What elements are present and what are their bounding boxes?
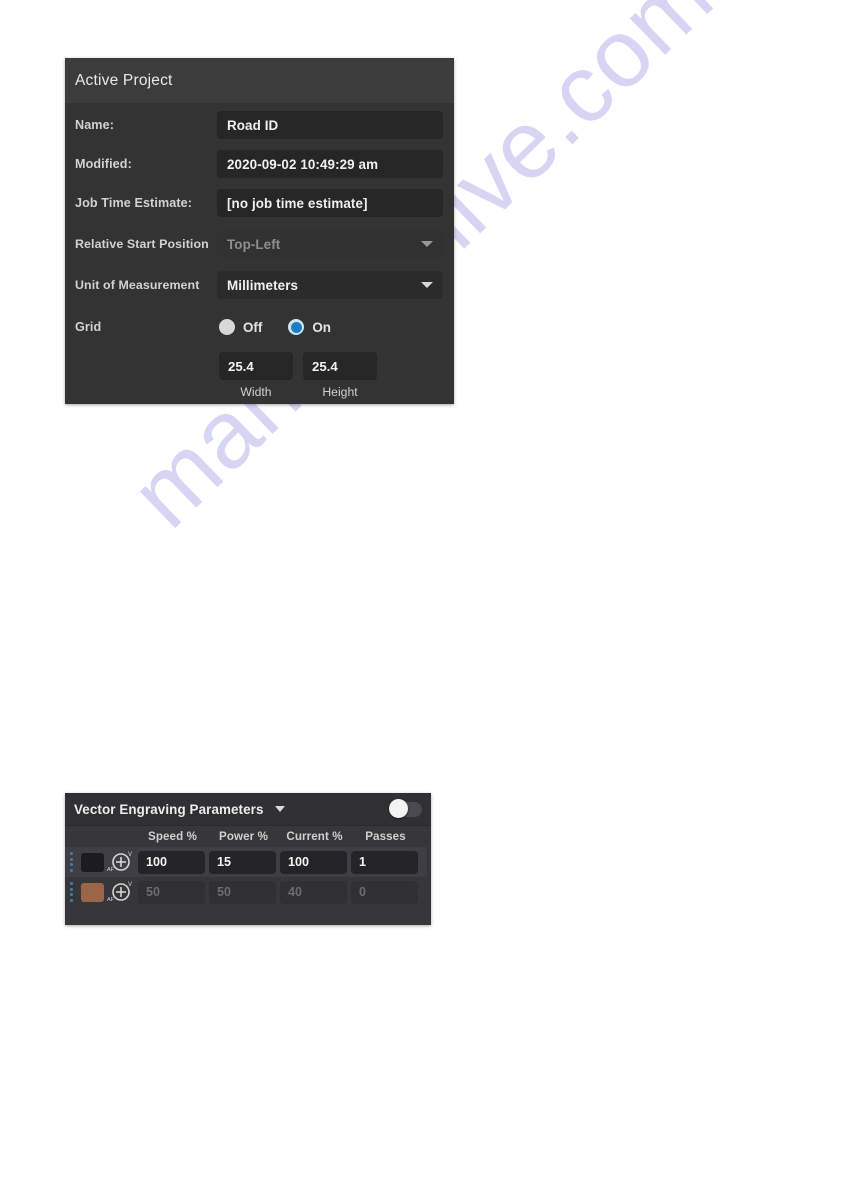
- toggle-knob-icon: [389, 799, 408, 818]
- chevron-down-icon: [421, 241, 433, 247]
- vector-enable-toggle[interactable]: [389, 799, 422, 818]
- autofocus-target-icon[interactable]: V AF: [104, 880, 138, 904]
- row-unit: Unit of Measurement Millimeters: [75, 267, 444, 303]
- vector-engraving-parameters-panel: Vector Engraving Parameters Speed % Powe…: [65, 793, 431, 925]
- drag-handle-icon[interactable]: [65, 852, 76, 872]
- table-row[interactable]: V AF 100 15 100 1: [65, 847, 427, 877]
- grid-height-caption: Height: [322, 385, 358, 399]
- grid-height-input[interactable]: 25.4: [303, 352, 377, 380]
- active-project-panel: Active Project Name: Road ID Modified: 2…: [65, 58, 454, 404]
- speed-input[interactable]: 100: [138, 850, 205, 874]
- column-header-current: Current %: [286, 830, 343, 843]
- active-project-body: Name: Road ID Modified: 2020-09-02 10:49…: [65, 109, 454, 399]
- row-grid: Grid Off On: [75, 311, 444, 343]
- chevron-down-icon: [421, 282, 433, 288]
- grid-radio-on[interactable]: On: [288, 319, 331, 335]
- grid-width-cell: 25.4 Width: [219, 352, 293, 399]
- current-input[interactable]: 40: [280, 880, 347, 904]
- grid-off-label: Off: [243, 319, 263, 335]
- passes-input[interactable]: 1: [351, 850, 418, 874]
- relative-start-label: Relative Start Position: [75, 237, 209, 251]
- modified-field[interactable]: 2020-09-02 10:49:29 am: [217, 150, 443, 178]
- column-header-speed: Speed %: [147, 830, 198, 843]
- table-header-row: Speed % Power % Current % Passes: [65, 826, 427, 847]
- row-name: Name: Road ID: [75, 109, 444, 141]
- svg-text:AF: AF: [107, 867, 115, 873]
- column-header-passes: Passes: [365, 830, 406, 843]
- job-time-label: Job Time Estimate:: [75, 196, 193, 210]
- grid-on-label: On: [312, 319, 331, 335]
- vector-panel-titlebar: Vector Engraving Parameters: [65, 793, 431, 826]
- table-row[interactable]: V AF 50 50 40 0: [65, 877, 427, 907]
- grid-size-inputs: 25.4 Width 25.4 Height: [217, 352, 377, 399]
- current-input[interactable]: 100: [280, 850, 347, 874]
- column-header-power: Power %: [218, 830, 269, 843]
- radio-circle-selected-icon: [288, 319, 305, 335]
- name-label: Name:: [75, 118, 114, 132]
- svg-text:V: V: [128, 852, 132, 858]
- modified-label: Modified:: [75, 157, 132, 171]
- relative-start-select[interactable]: Top-Left: [217, 230, 443, 258]
- active-project-titlebar: Active Project: [65, 58, 454, 103]
- grid-radio-off[interactable]: Off: [219, 319, 262, 335]
- color-swatch[interactable]: [81, 852, 104, 872]
- drag-handle-icon[interactable]: [65, 882, 76, 902]
- svg-text:V: V: [128, 882, 132, 888]
- relative-start-value: Top-Left: [227, 236, 281, 252]
- row-job-time: Job Time Estimate: [no job time estimate…: [75, 187, 444, 219]
- row-modified: Modified: 2020-09-02 10:49:29 am: [75, 148, 444, 180]
- grid-width-caption: Width: [240, 385, 272, 399]
- row-grid-size: 25.4 Width 25.4 Height: [75, 352, 444, 399]
- unit-value: Millimeters: [227, 277, 299, 293]
- unit-label: Unit of Measurement: [75, 278, 200, 292]
- job-time-field[interactable]: [no job time estimate]: [217, 189, 443, 217]
- row-relative-start: Relative Start Position Top-Left: [75, 226, 444, 262]
- grid-height-cell: 25.4 Height: [303, 352, 377, 399]
- grid-radio-group: Off On: [217, 319, 331, 335]
- vector-parameters-table: Speed % Power % Current % Passes V AF 10…: [65, 826, 431, 907]
- passes-input[interactable]: 0: [351, 880, 418, 904]
- svg-text:AF: AF: [107, 897, 115, 903]
- speed-input[interactable]: 50: [138, 880, 205, 904]
- color-swatch[interactable]: [81, 882, 104, 902]
- power-input[interactable]: 50: [209, 880, 276, 904]
- unit-select[interactable]: Millimeters: [217, 271, 443, 299]
- grid-width-input[interactable]: 25.4: [219, 352, 293, 380]
- autofocus-target-icon[interactable]: V AF: [104, 850, 138, 874]
- radio-circle-icon: [219, 319, 235, 335]
- name-field[interactable]: Road ID: [217, 111, 443, 139]
- vector-panel-title: Vector Engraving Parameters: [74, 801, 264, 817]
- chevron-down-icon[interactable]: [274, 806, 285, 812]
- panel-title: Active Project: [75, 71, 173, 89]
- power-input[interactable]: 15: [209, 850, 276, 874]
- grid-label: Grid: [75, 320, 102, 334]
